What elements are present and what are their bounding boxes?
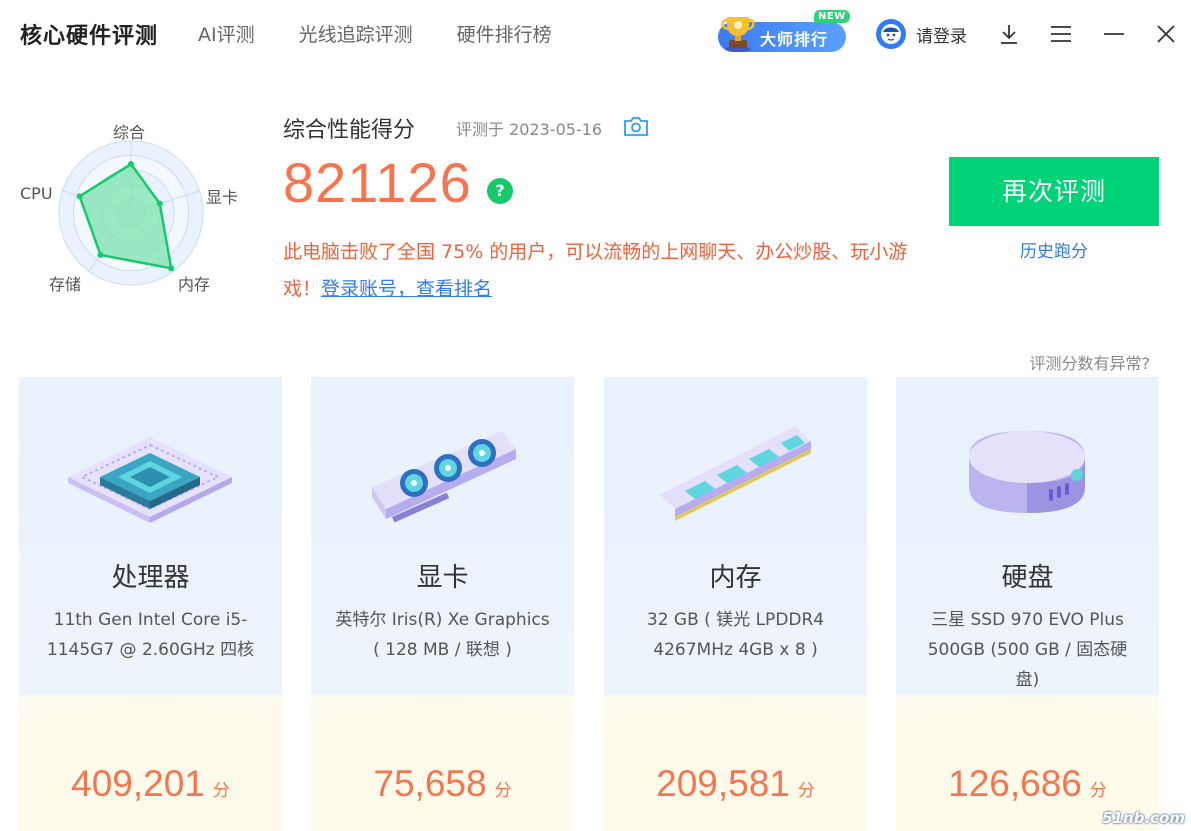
score-anomaly-link[interactable]: 评测分数有异常?: [1030, 350, 1151, 374]
minimize-button[interactable]: [1098, 18, 1130, 50]
gpu-card-title: 显卡: [416, 563, 469, 593]
minimize-icon: [1104, 33, 1124, 35]
memory-card[interactable]: 内存 32 GB ( 镁光 LPDDR4 4267MHz 4GB x 8 ) 2…: [604, 377, 867, 831]
memory-card-title: 内存: [709, 563, 762, 593]
title-bar: 核心硬件评测 AI评测 光线追踪评测 硬件排行榜 大师排行 NEW 请登录: [0, 0, 1191, 68]
overall-score-title: 综合性能得分: [283, 118, 416, 143]
radar-point: [156, 200, 163, 207]
disk-card-score: 126,686 分: [896, 763, 1159, 805]
gpu-score-unit: 分: [494, 781, 512, 801]
test-date: 评测于 2023-05-16: [456, 120, 603, 139]
cpu-card[interactable]: 处理器 11th Gen Intel Core i5-1145G7 @ 2.60…: [19, 377, 282, 831]
performance-radar-chart: 综合 显卡 内存 存储 CPU: [10, 110, 250, 310]
cpu-card-score: 409,201 分: [19, 763, 282, 805]
cpu-card-desc: 11th Gen Intel Core i5-1145G7 @ 2.60GHz …: [46, 610, 255, 660]
disk-card-title: 硬盘: [1001, 563, 1054, 593]
hard-disk-icon: [969, 431, 1085, 513]
disk-card[interactable]: 硬盘 三星 SSD 970 EVO Plus 500GB (500 GB / 固…: [896, 377, 1159, 831]
radar-label-storage: 存储: [49, 275, 82, 294]
gpu-card-desc: 英特尔 Iris(R) Xe Graphics ( 128 MB / 联想 ): [335, 610, 550, 660]
download-button[interactable]: [993, 18, 1025, 50]
radar-label-overall: 综合: [113, 123, 146, 142]
master-ranking-label: 大师排行: [760, 30, 829, 49]
avatar-icon: [876, 19, 906, 49]
cpu-score-unit: 分: [212, 781, 230, 801]
tab-ai-test[interactable]: AI评测: [198, 20, 255, 47]
retest-button[interactable]: 再次评测: [949, 157, 1159, 226]
gpu-card[interactable]: 显卡 英特尔 Iris(R) Xe Graphics ( 128 MB / 联想…: [311, 377, 574, 831]
history-scores-link[interactable]: 历史跑分: [949, 237, 1159, 262]
cpu-score-value: 409,201: [71, 763, 205, 804]
cpu-chip-icon: [68, 437, 232, 523]
app-title: 核心硬件评测: [20, 24, 159, 49]
login-label: 请登录: [916, 26, 967, 47]
help-icon[interactable]: ?: [487, 178, 513, 204]
overall-score-value: 821126: [283, 151, 472, 214]
radar-point: [97, 251, 104, 258]
radar-point: [128, 161, 134, 168]
memory-card-desc: 32 GB ( 镁光 LPDDR4 4267MHz 4GB x 8 ): [646, 610, 825, 660]
watermark: 51nb.com: [1102, 809, 1185, 827]
memory-card-score: 209,581 分: [604, 763, 867, 805]
close-button[interactable]: [1150, 18, 1182, 50]
graphics-card-icon: [372, 431, 516, 523]
menu-button[interactable]: [1045, 18, 1077, 50]
disk-score-value: 126,686: [948, 763, 1082, 804]
radar-label-cpu: CPU: [20, 184, 53, 203]
close-icon: [1157, 25, 1175, 43]
disk-card-desc: 三星 SSD 970 EVO Plus 500GB (500 GB / 固态硬盘…: [927, 610, 1128, 690]
radar-point: [168, 265, 175, 272]
hamburger-menu-icon: [1051, 26, 1071, 42]
disk-score-unit: 分: [1089, 781, 1107, 801]
gpu-score-value: 75,658: [373, 763, 487, 804]
memory-score-unit: 分: [797, 781, 815, 801]
new-badge: NEW: [814, 10, 850, 23]
login-view-ranking-link[interactable]: 登录账号，查看排名: [321, 278, 492, 300]
tab-hardware-ranking[interactable]: 硬件排行榜: [457, 20, 552, 47]
download-icon: [1001, 25, 1017, 44]
nav-tabs: AI评测 光线追踪评测 硬件排行榜: [198, 20, 552, 47]
memory-stick-icon: [659, 427, 811, 521]
gpu-card-score: 75,658 分: [311, 763, 574, 805]
radar-label-gpu: 显卡: [206, 188, 239, 207]
score-description: 此电脑击败了全国 75% 的用户，可以流畅的上网聊天、办公炒股、玩小游戏！登录账…: [283, 234, 923, 308]
master-ranking-button[interactable]: 大师排行 NEW: [714, 10, 850, 54]
camera-icon[interactable]: [623, 115, 649, 137]
cpu-card-title: 处理器: [111, 563, 190, 593]
login-button[interactable]: 请登录: [876, 19, 967, 49]
memory-score-value: 209,581: [656, 763, 790, 804]
tab-ray-tracing[interactable]: 光线追踪评测: [299, 20, 413, 47]
radar-point: [76, 193, 83, 200]
radar-label-memory: 内存: [178, 275, 211, 294]
trophy-icon: [721, 17, 755, 52]
